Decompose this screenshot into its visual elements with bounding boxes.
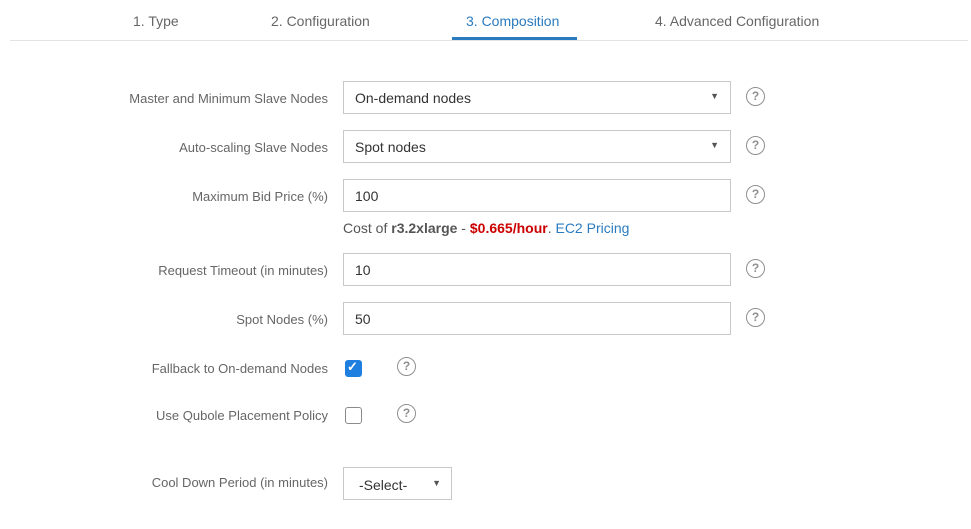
max-bid-input[interactable] xyxy=(343,179,731,212)
fallback-checkbox[interactable]: ✓ xyxy=(345,359,362,377)
tab-advanced-configuration[interactable]: 4. Advanced Configuration xyxy=(655,13,819,29)
help-icon[interactable]: ? xyxy=(746,136,765,155)
instance-type: r3.2xlarge xyxy=(391,220,458,236)
autoscaling-nodes-select[interactable]: Spot nodes ▼ xyxy=(343,130,731,163)
master-nodes-value: On-demand nodes xyxy=(355,90,471,106)
help-icon[interactable]: ? xyxy=(397,404,416,423)
tab-composition[interactable]: 3. Composition xyxy=(466,13,559,29)
max-bid-label: Maximum Bid Price (%) xyxy=(192,189,328,204)
master-nodes-label: Master and Minimum Slave Nodes xyxy=(129,91,328,106)
caret-down-icon: ▼ xyxy=(710,91,719,101)
cost-prefix: Cost of xyxy=(343,220,392,236)
ec2-pricing-link[interactable]: EC2 Pricing xyxy=(555,220,629,236)
hourly-price: $0.665/hour xyxy=(469,220,548,236)
request-timeout-label: Request Timeout (in minutes) xyxy=(158,263,328,278)
cost-dot: . xyxy=(547,220,552,236)
checkmark-icon: ✓ xyxy=(347,359,358,374)
tab-configuration[interactable]: 2. Configuration xyxy=(271,13,370,29)
spot-nodes-label: Spot Nodes (%) xyxy=(236,312,328,327)
help-icon[interactable]: ? xyxy=(397,357,416,376)
autoscaling-nodes-value: Spot nodes xyxy=(355,139,426,155)
tab-type[interactable]: 1. Type xyxy=(133,13,179,29)
autoscaling-nodes-label: Auto-scaling Slave Nodes xyxy=(179,140,328,155)
request-timeout-input[interactable] xyxy=(343,253,731,286)
master-nodes-select[interactable]: On-demand nodes ▼ xyxy=(343,81,731,114)
cooldown-label: Cool Down Period (in minutes) xyxy=(151,475,328,490)
active-tab-indicator xyxy=(452,37,577,40)
placement-policy-label: Use Qubole Placement Policy xyxy=(156,408,328,423)
cost-separator: - xyxy=(457,220,470,236)
fallback-label: Fallback to On-demand Nodes xyxy=(151,361,328,376)
help-icon[interactable]: ? xyxy=(746,308,765,327)
help-icon[interactable]: ? xyxy=(746,87,765,106)
cooldown-value: -Select- xyxy=(359,477,408,493)
wizard-tabs: 1. Type 2. Configuration 3. Composition … xyxy=(10,0,968,41)
caret-down-icon: ▼ xyxy=(710,140,719,150)
cooldown-select[interactable]: -Select- ▼ xyxy=(343,467,452,500)
help-icon[interactable]: ? xyxy=(746,185,765,204)
spot-nodes-input[interactable] xyxy=(343,302,731,335)
cost-info: Cost of r3.2xlarge - $0.665/hour. EC2 Pr… xyxy=(343,220,629,236)
help-icon[interactable]: ? xyxy=(746,259,765,278)
caret-down-icon: ▼ xyxy=(432,478,441,488)
placement-policy-checkbox[interactable] xyxy=(345,407,362,424)
